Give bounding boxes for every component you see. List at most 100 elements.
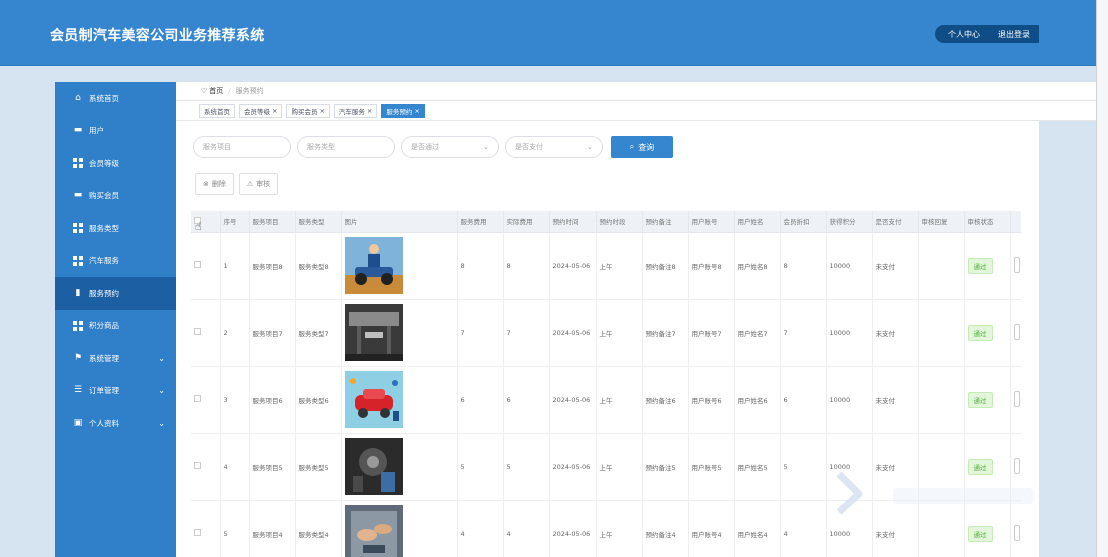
- window-scrollbar[interactable]: [1096, 0, 1108, 557]
- tab-tag[interactable]: 服务预约 ×: [381, 103, 425, 118]
- cell-actual: 6: [503, 366, 550, 434]
- passed-select[interactable]: 是否通过 ⌄: [401, 136, 499, 158]
- cell-date: 2024-05-06: [549, 500, 597, 557]
- sidebar-item-label: 汽车服务: [89, 256, 119, 266]
- cell-points: 10000: [826, 232, 873, 300]
- column-header: 实际费用: [503, 211, 550, 233]
- cell-discount: 7: [780, 299, 827, 367]
- row-checkbox[interactable]: [194, 395, 201, 402]
- tab-tag[interactable]: 会员等级 ×: [239, 103, 283, 118]
- cell-type: 服务类型8: [295, 232, 342, 300]
- cell-discount: 6: [780, 366, 827, 434]
- service-image: [344, 438, 457, 495]
- column-header: 用户姓名: [734, 211, 781, 233]
- profile-link[interactable]: 个人中心: [948, 29, 980, 40]
- cell-discount: 8: [780, 232, 827, 300]
- sidebar-item[interactable]: ⚑ 系统管理 ⌄: [55, 342, 176, 375]
- cell-date: 2024-05-06: [549, 366, 597, 434]
- cell-no: 4: [220, 433, 250, 501]
- sidebar-item-label: 系统管理: [89, 353, 119, 363]
- sidebar-item-label: 积分商品: [89, 321, 119, 331]
- sidebar-item[interactable]: ☰ 订单管理 ⌄: [55, 375, 176, 408]
- column-header: 获得积分: [826, 211, 873, 233]
- close-icon[interactable]: ×: [272, 107, 277, 115]
- cell-item: 服务项目5: [249, 433, 296, 501]
- sidebar-item[interactable]: ▬ 用户: [55, 115, 176, 148]
- tab-tag[interactable]: 购买会员 ×: [286, 103, 330, 118]
- service-image: [344, 371, 457, 428]
- search-icon: ⌕: [629, 142, 635, 151]
- column-header: 图片: [341, 211, 458, 233]
- cell-actual: 5: [503, 433, 550, 501]
- user-card-icon: ▬: [73, 190, 83, 201]
- chevron-down-icon: ⌄: [158, 418, 165, 428]
- sidebar-item[interactable]: ▣ 个人资料 ⌄: [55, 407, 176, 440]
- column-header: 是否支付: [872, 211, 919, 233]
- breadcrumb-current: 服务预约: [235, 87, 264, 95]
- close-icon[interactable]: ×: [319, 107, 324, 115]
- cell-no: 1: [220, 232, 250, 300]
- tab-tag[interactable]: 汽车服务 ×: [333, 103, 378, 118]
- cell-actual: 4: [503, 500, 550, 557]
- search-button[interactable]: ⌕ 查询: [611, 136, 673, 158]
- cell-actual: 7: [503, 299, 550, 367]
- tab-tag[interactable]: 系统首页: [199, 103, 235, 118]
- row-checkbox[interactable]: [194, 261, 201, 268]
- image-cell: [341, 299, 458, 367]
- cell-name: 用户姓名4: [734, 500, 781, 557]
- app-title: 会员制汽车美容公司业务推荐系统: [50, 28, 265, 44]
- table-row[interactable]: 3 服务项目6 服务类型6 6 6 2024-05-06 上午 预约备注6 用户账号6 用户姓名6…: [191, 366, 1021, 434]
- sidebar-item[interactable]: 会员等级: [55, 147, 176, 180]
- cell-discount: 4: [780, 500, 827, 557]
- breadcrumb-home[interactable]: 首页: [209, 86, 223, 96]
- image-cell: [341, 433, 458, 501]
- delete-button[interactable]: ⊗ 删除: [195, 173, 234, 195]
- sidebar-item[interactable]: ▮ 服务预约: [55, 277, 176, 310]
- row-select-cell: [191, 500, 221, 557]
- logout-link[interactable]: 退出登录: [998, 29, 1030, 40]
- cell-period: 上午: [596, 366, 643, 434]
- cell-no: 5: [220, 500, 250, 557]
- column-header: 会员折扣: [780, 211, 827, 233]
- column-header: 审核回复: [918, 211, 965, 233]
- review-button[interactable]: ⚠ 审核: [238, 173, 279, 195]
- row-select-cell: [191, 366, 221, 434]
- detail-button[interactable]: [1013, 323, 1020, 340]
- cell-reply: [918, 366, 965, 434]
- search-bar: 服务项目 服务类型 是否通过 ⌄ 是否支付 ⌄ ⌕ 查询: [193, 136, 673, 158]
- table-row[interactable]: 2 服务项目7 服务类型7 7 7 2024-05-06 上午 预约备注7 用户账号7 用户姓名7…: [191, 299, 1021, 367]
- cell-fee: 8: [457, 232, 504, 300]
- row-checkbox[interactable]: [194, 328, 201, 335]
- service-item-input[interactable]: 服务项目: [193, 136, 291, 158]
- sidebar-item-label: 系统首页: [89, 93, 119, 103]
- cell-reply: [918, 232, 965, 300]
- detail-button[interactable]: [1013, 256, 1020, 273]
- column-header: 服务项目: [249, 211, 296, 233]
- sidebar-item[interactable]: ▬ 购买会员: [55, 180, 176, 213]
- column-header: 服务类型: [295, 211, 342, 233]
- sidebar-item[interactable]: 汽车服务: [55, 245, 176, 278]
- detail-button[interactable]: [1013, 524, 1020, 541]
- table-row[interactable]: 1 服务项目8 服务类型8 8 8 2024-05-06 上午 预约备注8 用户账号8 用户姓名8…: [191, 232, 1021, 300]
- sidebar-item[interactable]: ⌂ 系统首页: [55, 82, 176, 115]
- heart-icon: ♡: [201, 87, 208, 95]
- paid-select[interactable]: 是否支付 ⌄: [505, 136, 603, 158]
- sidebar-item[interactable]: 积分商品: [55, 310, 176, 343]
- row-checkbox[interactable]: [194, 462, 201, 469]
- close-icon[interactable]: ×: [367, 107, 372, 115]
- cell-period: 上午: [596, 232, 643, 300]
- wallet-icon: ▣: [73, 417, 83, 428]
- cell-date: 2024-05-06: [549, 232, 597, 300]
- service-image: [344, 505, 457, 557]
- detail-button[interactable]: [1013, 390, 1020, 407]
- service-type-input[interactable]: 服务类型: [297, 136, 395, 158]
- close-icon[interactable]: ×: [414, 107, 419, 115]
- status-badge: 通过: [967, 525, 993, 542]
- sidebar-item[interactable]: 服务类型: [55, 212, 176, 245]
- sidebar-item-label: 会员等级: [89, 158, 119, 168]
- cell-reply: [918, 299, 965, 367]
- row-checkbox[interactable]: [194, 529, 201, 536]
- cell-item: 服务项目7: [249, 299, 296, 367]
- breadcrumb: ♡ 首页 / 服务预约: [176, 82, 1096, 101]
- operations-cell: [1010, 366, 1021, 434]
